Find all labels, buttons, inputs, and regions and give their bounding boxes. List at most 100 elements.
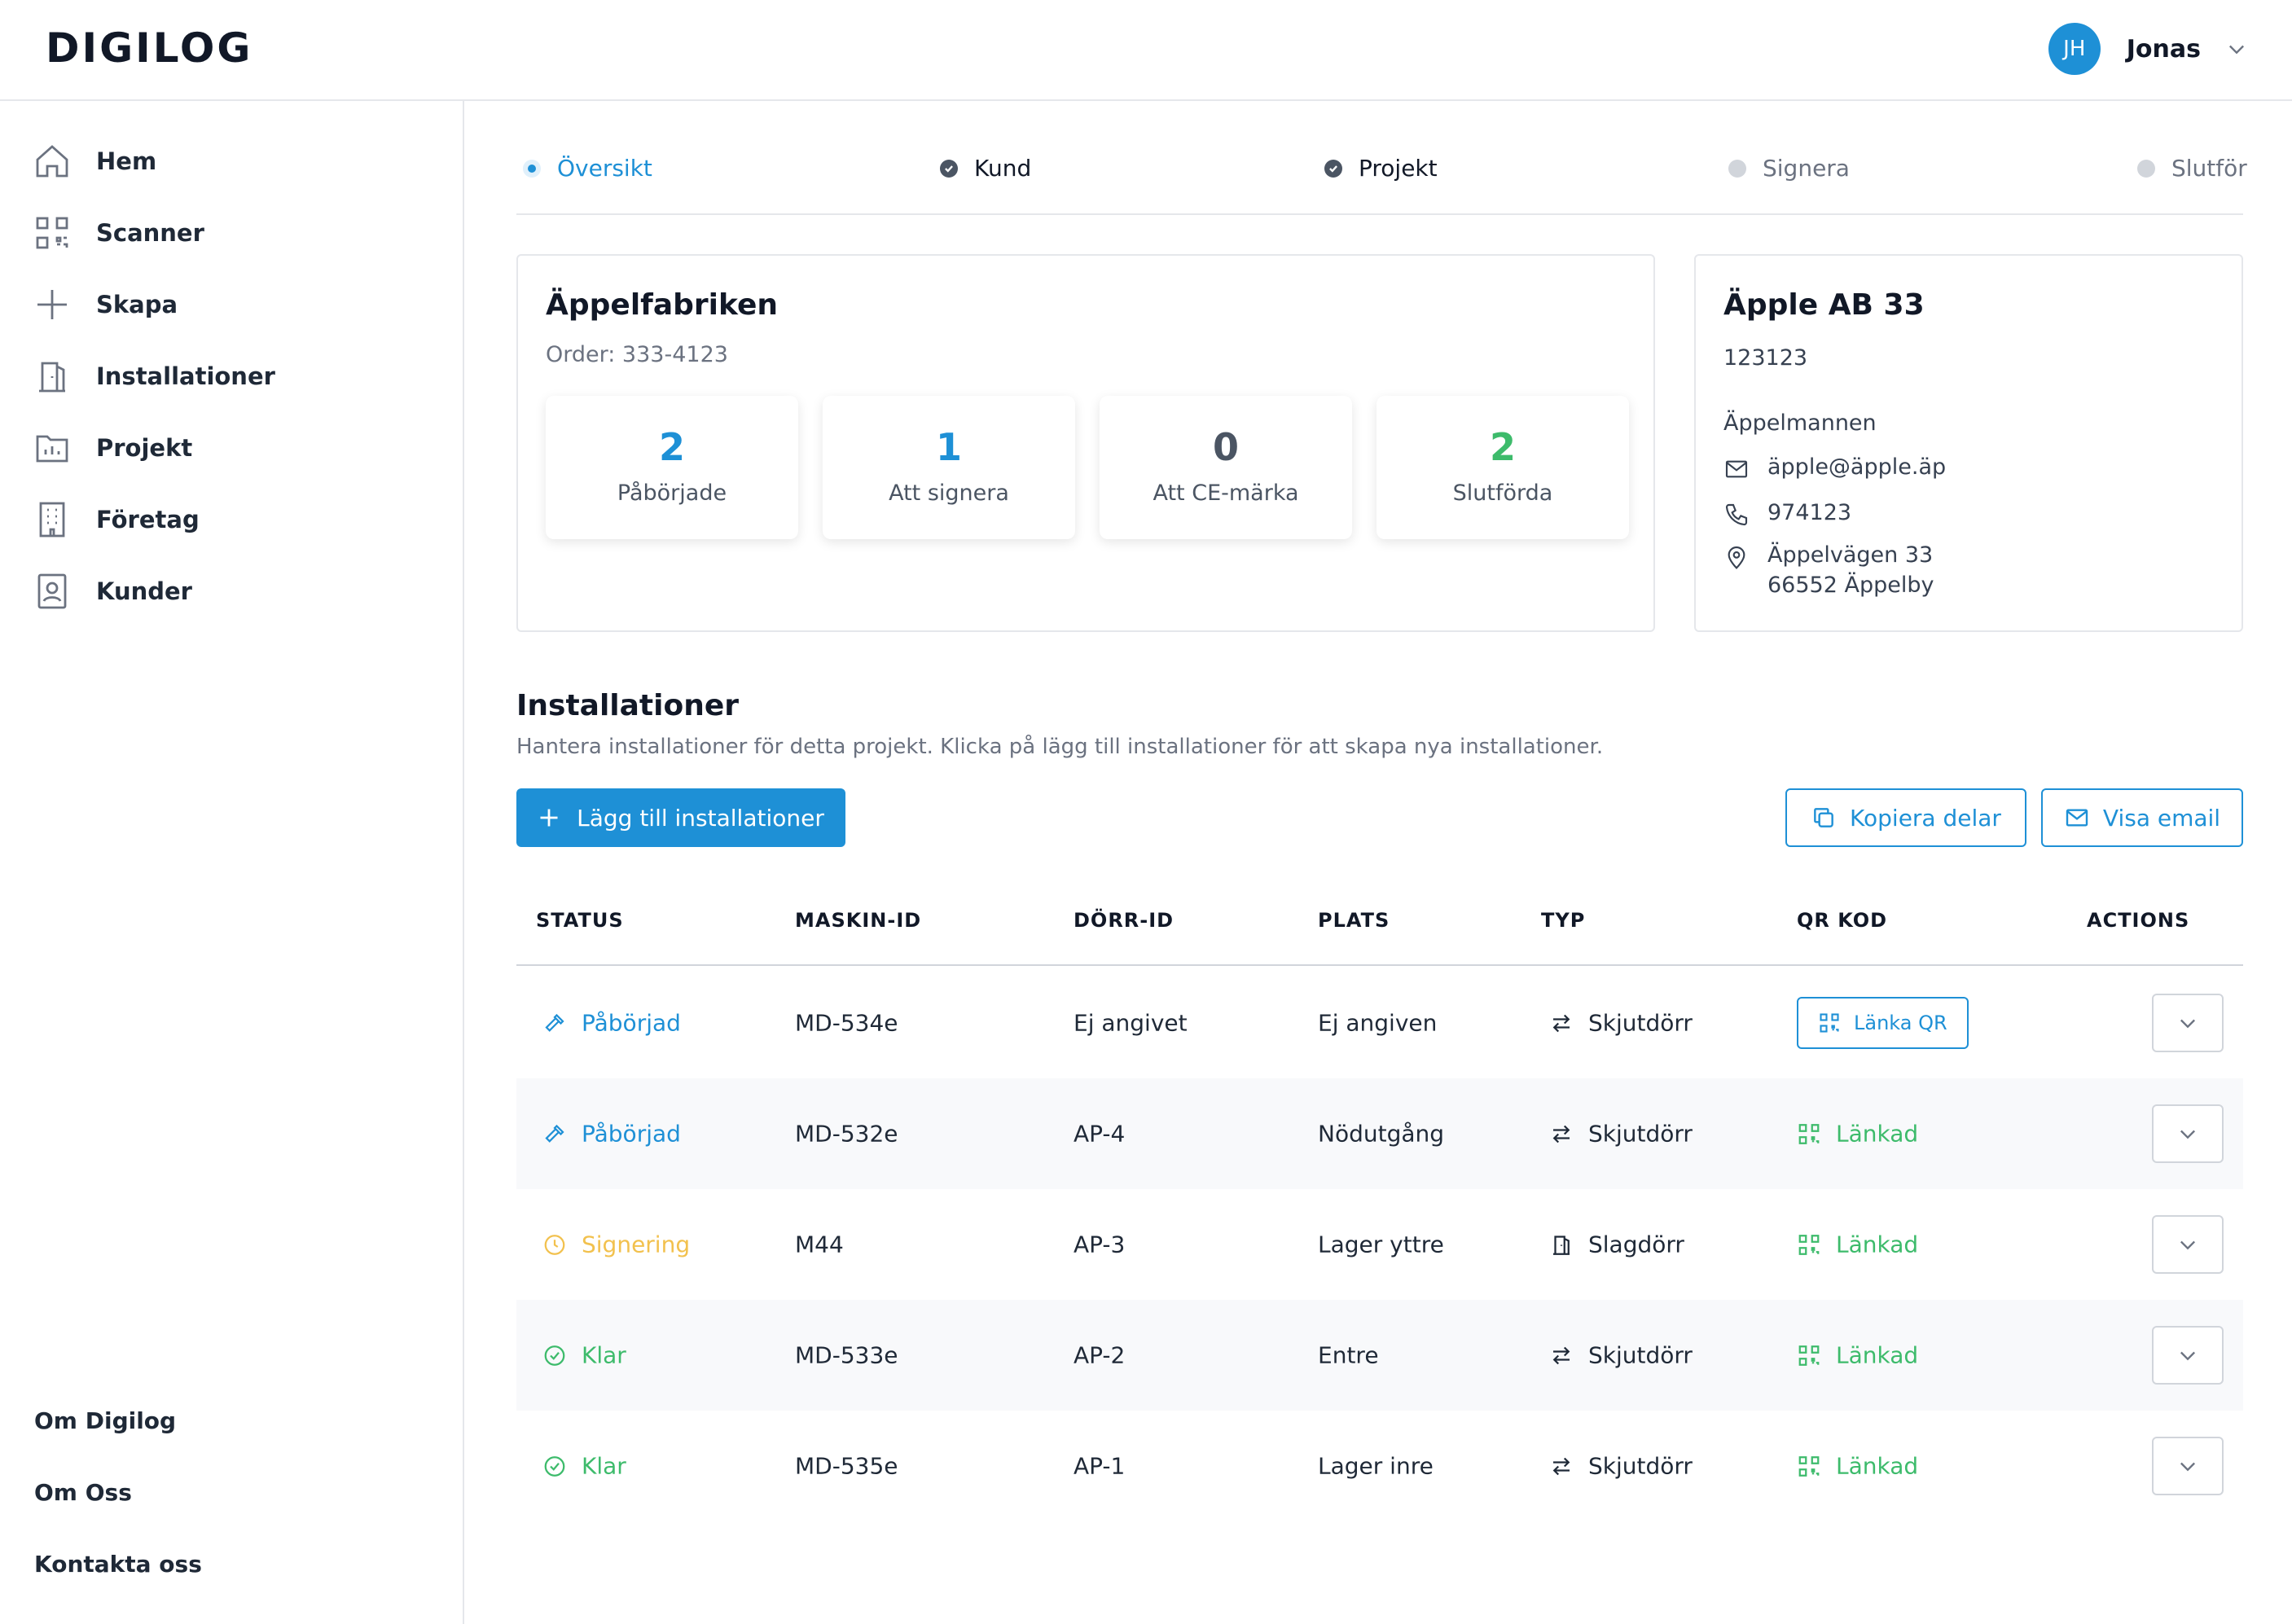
sidebar-item-foretag[interactable]: Företag — [33, 495, 200, 544]
place-cell: Lager inre — [1318, 1452, 1434, 1480]
place-cell: Ej angiven — [1318, 1009, 1438, 1037]
map-pin-icon — [1728, 546, 1745, 569]
column-header-qr-code[interactable]: QR KOD — [1797, 909, 1887, 932]
column-header-machine-id[interactable]: MASKIN-ID — [795, 909, 921, 932]
stat-started: 2 Påbörjade — [546, 396, 798, 539]
stat-completed: 2 Slutförda — [1377, 396, 1629, 539]
button-label: Lägg till installationer — [577, 804, 824, 832]
sidebar-item-installationer[interactable]: Installationer — [33, 352, 275, 401]
qr-code-icon — [1820, 1013, 1839, 1033]
sidebar-item-hem[interactable]: Hem — [33, 137, 156, 186]
machine-id-cell: M44 — [795, 1231, 844, 1258]
hammer-icon — [545, 1013, 564, 1032]
step-label: Kund — [974, 155, 1032, 182]
progress-stepper: Översikt Kund Projekt Signera Slutför — [516, 147, 2247, 215]
footer-link-kontakta-oss[interactable]: Kontakta oss — [34, 1551, 202, 1578]
customer-phone-row[interactable]: 974123 — [1723, 500, 1851, 528]
step-label: Projekt — [1359, 155, 1438, 182]
door-icon — [39, 362, 65, 393]
step-label: Översikt — [557, 155, 652, 182]
status-label: Klar — [582, 1452, 626, 1480]
chevron-down-icon[interactable] — [2225, 37, 2248, 60]
qr-linked-status[interactable]: Länkad — [1797, 1121, 1918, 1148]
row-actions-dropdown[interactable] — [2152, 1326, 2224, 1385]
status-cell: Signering — [542, 1231, 690, 1258]
table-row[interactable]: Signering M44 AP-3 Lager yttre Slagdörr … — [516, 1189, 2243, 1300]
add-installation-button[interactable]: Lägg till installationer — [516, 788, 845, 847]
step-pending-indicator — [2137, 159, 2155, 178]
stat-label: Att signera — [889, 481, 1009, 506]
copy-parts-button[interactable]: Kopiera delar — [1785, 788, 2026, 847]
row-actions-dropdown[interactable] — [2152, 1215, 2224, 1274]
sidebar-item-skapa[interactable]: Skapa — [33, 280, 178, 329]
home-icon — [36, 145, 68, 178]
column-header-status[interactable]: STATUS — [536, 909, 624, 932]
stat-value: 1 — [935, 425, 962, 469]
step-slutfor[interactable]: Slutför — [2137, 155, 2247, 182]
status-cell: Klar — [542, 1342, 626, 1369]
door-icon — [1553, 1235, 1570, 1255]
column-header-door-id[interactable]: DÖRR-ID — [1074, 909, 1174, 932]
stat-value: 2 — [658, 425, 685, 469]
step-projekt[interactable]: Projekt — [1324, 155, 1438, 182]
customer-name: Äpple AB 33 — [1723, 288, 1925, 322]
row-actions-dropdown[interactable] — [2152, 1437, 2224, 1495]
swap-arrows-icon — [1552, 1457, 1570, 1475]
column-header-type[interactable]: TYP — [1541, 909, 1585, 932]
address-line-2: 66552 Äppelby — [1767, 573, 1934, 598]
sidebar-item-label: Företag — [96, 506, 200, 533]
step-oversikt[interactable]: Översikt — [523, 155, 652, 182]
avatar[interactable]: JH — [2048, 23, 2101, 75]
step-kund[interactable]: Kund — [940, 155, 1031, 182]
stat-label: Att CE-märka — [1153, 481, 1299, 506]
table-row[interactable]: Påbörjad MD-532e AP-4 Nödutgång Skjutdör… — [516, 1078, 2243, 1189]
step-label: Slutför — [2171, 155, 2247, 182]
sidebar-item-projekt[interactable]: Projekt — [33, 424, 192, 472]
step-current-indicator — [523, 159, 541, 178]
mail-icon — [2066, 809, 2088, 827]
row-actions-dropdown[interactable] — [2152, 994, 2224, 1052]
column-header-place[interactable]: PLATS — [1318, 909, 1390, 932]
show-email-button[interactable]: Visa email — [2041, 788, 2243, 847]
qr-scan-icon — [36, 217, 68, 249]
customer-email[interactable]: äpple@äpple.äp — [1767, 454, 1946, 480]
clock-icon — [544, 1234, 565, 1255]
sidebar-item-scanner[interactable]: Scanner — [33, 208, 204, 257]
sidebar-item-label: Skapa — [96, 291, 178, 318]
footer-link-om-digilog[interactable]: Om Digilog — [34, 1407, 176, 1434]
check-circle-icon — [544, 1345, 565, 1366]
status-label: Påbörjad — [582, 1009, 681, 1037]
link-qr-button[interactable]: Länka QR — [1797, 997, 1969, 1049]
customer-address-row: Äppelvägen 33 66552 Äppelby — [1723, 542, 1934, 598]
check-icon — [1324, 159, 1342, 178]
table-row[interactable]: Klar MD-533e AP-2 Entre Skjutdörr Länkad — [516, 1300, 2243, 1411]
footer-link-om-oss[interactable]: Om Oss — [34, 1479, 132, 1506]
customer-card: Äpple AB 33 123123 Äppelmannen äpple@äpp… — [1694, 254, 2243, 632]
door-id-cell: AP-4 — [1074, 1120, 1126, 1148]
user-menu[interactable]: JH Jonas — [2048, 23, 2248, 75]
customer-phone[interactable]: 974123 — [1767, 500, 1851, 525]
customer-number: 123123 — [1723, 345, 1808, 371]
qr-linked-status[interactable]: Länkad — [1797, 1342, 1918, 1369]
app-logo[interactable]: DIGILOG — [46, 24, 252, 72]
step-signera[interactable]: Signera — [1728, 155, 1850, 182]
place-cell: Entre — [1318, 1341, 1379, 1369]
row-actions-dropdown[interactable] — [2152, 1104, 2224, 1163]
table-row[interactable]: Påbörjad MD-534e Ej angivet Ej angiven S… — [516, 968, 2243, 1078]
place-cell: Nödutgång — [1318, 1120, 1445, 1148]
user-name[interactable]: Jonas — [2127, 35, 2201, 64]
sidebar-item-kunder[interactable]: Kunder — [33, 567, 192, 616]
door-id-cell: AP-1 — [1074, 1452, 1126, 1480]
qr-linked-status[interactable]: Länkad — [1797, 1453, 1918, 1480]
button-label: Kopiera delar — [1850, 804, 2001, 832]
customer-email-row[interactable]: äpple@äpple.äp — [1723, 454, 1946, 482]
check-circle-icon — [544, 1455, 565, 1477]
chevron-down-icon — [2180, 1130, 2195, 1139]
swap-arrows-icon — [1552, 1346, 1570, 1364]
contact-book-icon — [37, 573, 67, 609]
qr-linked-status[interactable]: Länkad — [1797, 1231, 1918, 1258]
stat-value: 2 — [1489, 425, 1516, 469]
customer-contact-name: Äppelmannen — [1723, 410, 1877, 436]
project-summary-card: Äppelfabriken Order: 333-4123 2 Påbörjad… — [516, 254, 1655, 632]
table-row[interactable]: Klar MD-535e AP-1 Lager inre Skjutdörr L… — [516, 1411, 2243, 1521]
